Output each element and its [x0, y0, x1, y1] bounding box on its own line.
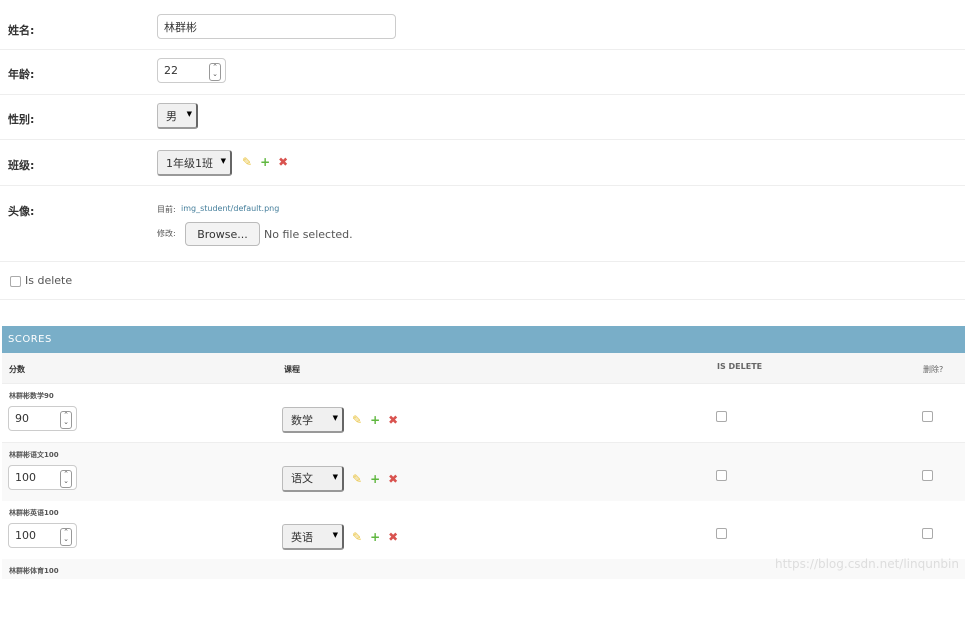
delete-checkbox[interactable]: [922, 470, 933, 481]
row-title: 林群彬语文100: [9, 450, 59, 460]
pencil-icon[interactable]: ✎: [352, 472, 362, 486]
col-course: 课程: [284, 364, 300, 375]
spinner-icon[interactable]: ⌃⌄: [60, 470, 72, 488]
name-input[interactable]: 林群彬: [157, 14, 396, 39]
plus-icon[interactable]: +: [370, 472, 380, 486]
pencil-icon[interactable]: ✎: [242, 155, 252, 169]
is-delete-label: Is delete: [25, 274, 72, 287]
col-score: 分数: [9, 364, 25, 375]
chevron-down-icon: ▼: [333, 414, 338, 422]
age-value: 22: [164, 64, 178, 77]
course-select[interactable]: 语文 ▼: [282, 466, 344, 492]
spinner-icon[interactable]: ⌃⌄: [60, 528, 72, 546]
course-value: 英语: [291, 529, 313, 545]
table-row: 林群彬英语100 100 ⌃⌄ 英语 ▼ ✎ + ✖: [2, 501, 965, 560]
table-row: 林群彬数学90 90 ⌃⌄ 数学 ▼ ✎ + ✖: [2, 384, 965, 443]
row-title: 林群彬体育100: [9, 566, 59, 576]
class-label: 班级:: [8, 157, 34, 173]
is-delete-checkbox[interactable]: [716, 470, 727, 481]
table-row: 林群彬语文100 100 ⌃⌄ 语文 ▼ ✎ + ✖: [2, 443, 965, 502]
plus-icon[interactable]: +: [260, 155, 270, 169]
chevron-down-icon: ▼: [187, 110, 192, 118]
scores-table-header: 分数 课程 IS DELETE 删除?: [2, 353, 965, 384]
avatar-label: 头像:: [8, 203, 34, 219]
age-row: 年龄: 22 ⌃⌄: [0, 50, 965, 95]
current-file-link[interactable]: img_student/default.png: [181, 204, 279, 213]
course-select[interactable]: 英语 ▼: [282, 524, 344, 550]
gender-select[interactable]: 男▼: [157, 103, 198, 129]
browse-button[interactable]: Browse...: [185, 222, 260, 246]
pencil-icon[interactable]: ✎: [352, 413, 362, 427]
no-file-text: No file selected.: [264, 228, 353, 241]
table-row: 林群彬体育100 https://blog.csdn.net/linqunbin: [2, 559, 965, 579]
is-delete-checkbox[interactable]: [716, 528, 727, 539]
course-value: 数学: [291, 412, 313, 428]
score-value: 90: [15, 412, 29, 425]
score-input[interactable]: 100 ⌃⌄: [8, 465, 77, 490]
name-label: 姓名:: [8, 22, 34, 38]
class-row: 班级: 1年级1班 ▼ ✎ + ✖: [0, 140, 965, 186]
is-delete-row: Is delete: [0, 262, 965, 300]
gender-value: 男: [166, 108, 177, 124]
course-select[interactable]: 数学 ▼: [282, 407, 344, 433]
delete-checkbox[interactable]: [922, 411, 933, 422]
spinner-icon[interactable]: ⌃⌄: [209, 63, 221, 81]
course-value: 语文: [291, 470, 313, 486]
pencil-icon[interactable]: ✎: [352, 530, 362, 544]
scores-header: SCORES: [2, 326, 965, 353]
gender-label: 性别:: [8, 111, 34, 127]
class-value: 1年级1班: [166, 155, 213, 171]
avatar-row: 头像: 目前: img_student/default.png 修改: Brow…: [0, 186, 965, 262]
current-label: 目前:: [157, 204, 176, 215]
spinner-icon[interactable]: ⌃⌄: [60, 411, 72, 429]
watermark: https://blog.csdn.net/linqunbin: [775, 557, 959, 571]
name-row: 姓名: 林群彬: [0, 0, 965, 50]
chevron-down-icon: ▼: [221, 157, 226, 165]
score-input[interactable]: 90 ⌃⌄: [8, 406, 77, 431]
is-delete-checkbox[interactable]: [10, 276, 21, 287]
score-input[interactable]: 100 ⌃⌄: [8, 523, 77, 548]
score-value: 100: [15, 471, 36, 484]
gender-row: 性别: 男▼: [0, 95, 965, 140]
delete-icon[interactable]: ✖: [278, 155, 288, 169]
col-is-delete: IS DELETE: [717, 362, 762, 371]
class-select[interactable]: 1年级1班 ▼: [157, 150, 232, 176]
delete-icon[interactable]: ✖: [388, 413, 398, 427]
plus-icon[interactable]: +: [370, 413, 380, 427]
score-value: 100: [15, 529, 36, 542]
change-label: 修改:: [157, 228, 176, 239]
delete-icon[interactable]: ✖: [388, 530, 398, 544]
row-title: 林群彬英语100: [9, 508, 59, 518]
delete-icon[interactable]: ✖: [388, 472, 398, 486]
chevron-down-icon: ▼: [333, 473, 338, 481]
chevron-down-icon: ▼: [333, 531, 338, 539]
delete-checkbox[interactable]: [922, 528, 933, 539]
is-delete-checkbox[interactable]: [716, 411, 727, 422]
age-label: 年龄:: [8, 66, 34, 82]
plus-icon[interactable]: +: [370, 530, 380, 544]
age-input[interactable]: 22 ⌃⌄: [157, 58, 226, 83]
col-delete: 删除?: [923, 364, 943, 375]
row-title: 林群彬数学90: [9, 391, 54, 401]
